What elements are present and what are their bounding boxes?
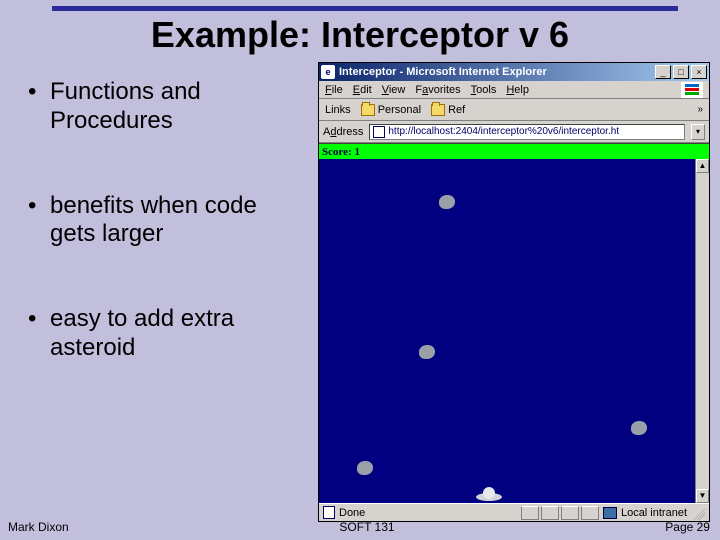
slide-title: Example: Interceptor v 6 bbox=[0, 14, 720, 56]
game-canvas[interactable] bbox=[319, 159, 695, 503]
link-personal[interactable]: Personal bbox=[361, 104, 421, 116]
asteroid bbox=[439, 195, 455, 209]
address-input[interactable]: http://localhost:2404/interceptor%20v6/i… bbox=[369, 124, 685, 140]
menu-bar: File Edit View Favorites Tools Help bbox=[319, 81, 709, 99]
scroll-up-button[interactable]: ▲ bbox=[696, 159, 709, 173]
bullet-item: easy to add extra asteroid bbox=[28, 305, 308, 363]
status-cell bbox=[581, 506, 599, 520]
links-label: Links bbox=[325, 104, 351, 116]
status-cell bbox=[521, 506, 539, 520]
menu-file[interactable]: File bbox=[325, 84, 343, 96]
link-ref[interactable]: Ref bbox=[431, 104, 465, 116]
resize-grip[interactable] bbox=[691, 506, 705, 520]
asteroid bbox=[631, 421, 647, 435]
asteroid bbox=[419, 345, 435, 359]
zone-icon bbox=[603, 507, 617, 519]
slide-footer: Mark Dixon SOFT 131 Page 29 bbox=[8, 520, 710, 534]
link-label: Ref bbox=[448, 104, 465, 116]
links-bar: Links Personal Ref » bbox=[319, 99, 709, 121]
browser-window: e Interceptor - Microsoft Internet Explo… bbox=[318, 62, 710, 522]
bullet-list: Functions and Procedures benefits when c… bbox=[28, 78, 308, 419]
link-label: Personal bbox=[378, 104, 421, 116]
minimize-button[interactable]: _ bbox=[655, 65, 671, 79]
footer-right: Page 29 bbox=[665, 520, 710, 534]
footer-center: SOFT 131 bbox=[339, 520, 394, 534]
status-cell bbox=[541, 506, 559, 520]
folder-icon bbox=[361, 104, 375, 116]
close-button[interactable]: × bbox=[691, 65, 707, 79]
score-bar: Score: 1 bbox=[319, 144, 709, 159]
footer-left: Mark Dixon bbox=[8, 520, 69, 534]
page-viewport: Score: 1 ▲ ▼ bbox=[319, 143, 709, 503]
ie-icon: e bbox=[321, 65, 335, 79]
menu-edit[interactable]: Edit bbox=[353, 84, 372, 96]
status-bar: Done Local intranet bbox=[319, 503, 709, 521]
status-cell bbox=[561, 506, 579, 520]
bullet-item: Functions and Procedures bbox=[28, 78, 308, 136]
address-bar: Address http://localhost:2404/intercepto… bbox=[319, 121, 709, 143]
menu-tools[interactable]: Tools bbox=[471, 84, 497, 96]
bullet-item: benefits when code gets larger bbox=[28, 192, 308, 250]
menu-view[interactable]: View bbox=[382, 84, 406, 96]
title-rule bbox=[52, 6, 678, 11]
zone-text: Local intranet bbox=[621, 507, 687, 519]
scroll-down-button[interactable]: ▼ bbox=[696, 489, 709, 503]
document-icon bbox=[323, 506, 335, 519]
menu-help[interactable]: Help bbox=[506, 84, 529, 96]
asteroid bbox=[357, 461, 373, 475]
status-text: Done bbox=[339, 507, 365, 519]
ie-logo-icon bbox=[681, 82, 703, 98]
page-icon bbox=[373, 126, 385, 138]
maximize-button[interactable]: □ bbox=[673, 65, 689, 79]
address-label: Address bbox=[323, 126, 363, 138]
links-overflow[interactable]: » bbox=[697, 104, 703, 115]
vertical-scrollbar[interactable]: ▲ ▼ bbox=[695, 159, 709, 503]
address-dropdown[interactable]: ▾ bbox=[691, 124, 705, 140]
ship bbox=[475, 485, 503, 501]
scroll-thumb[interactable] bbox=[696, 173, 709, 489]
menu-favorites[interactable]: Favorites bbox=[415, 84, 460, 96]
window-title: Interceptor - Microsoft Internet Explore… bbox=[339, 66, 655, 78]
titlebar[interactable]: e Interceptor - Microsoft Internet Explo… bbox=[319, 63, 709, 81]
folder-icon bbox=[431, 104, 445, 116]
address-value: http://localhost:2404/interceptor%20v6/i… bbox=[388, 126, 619, 137]
